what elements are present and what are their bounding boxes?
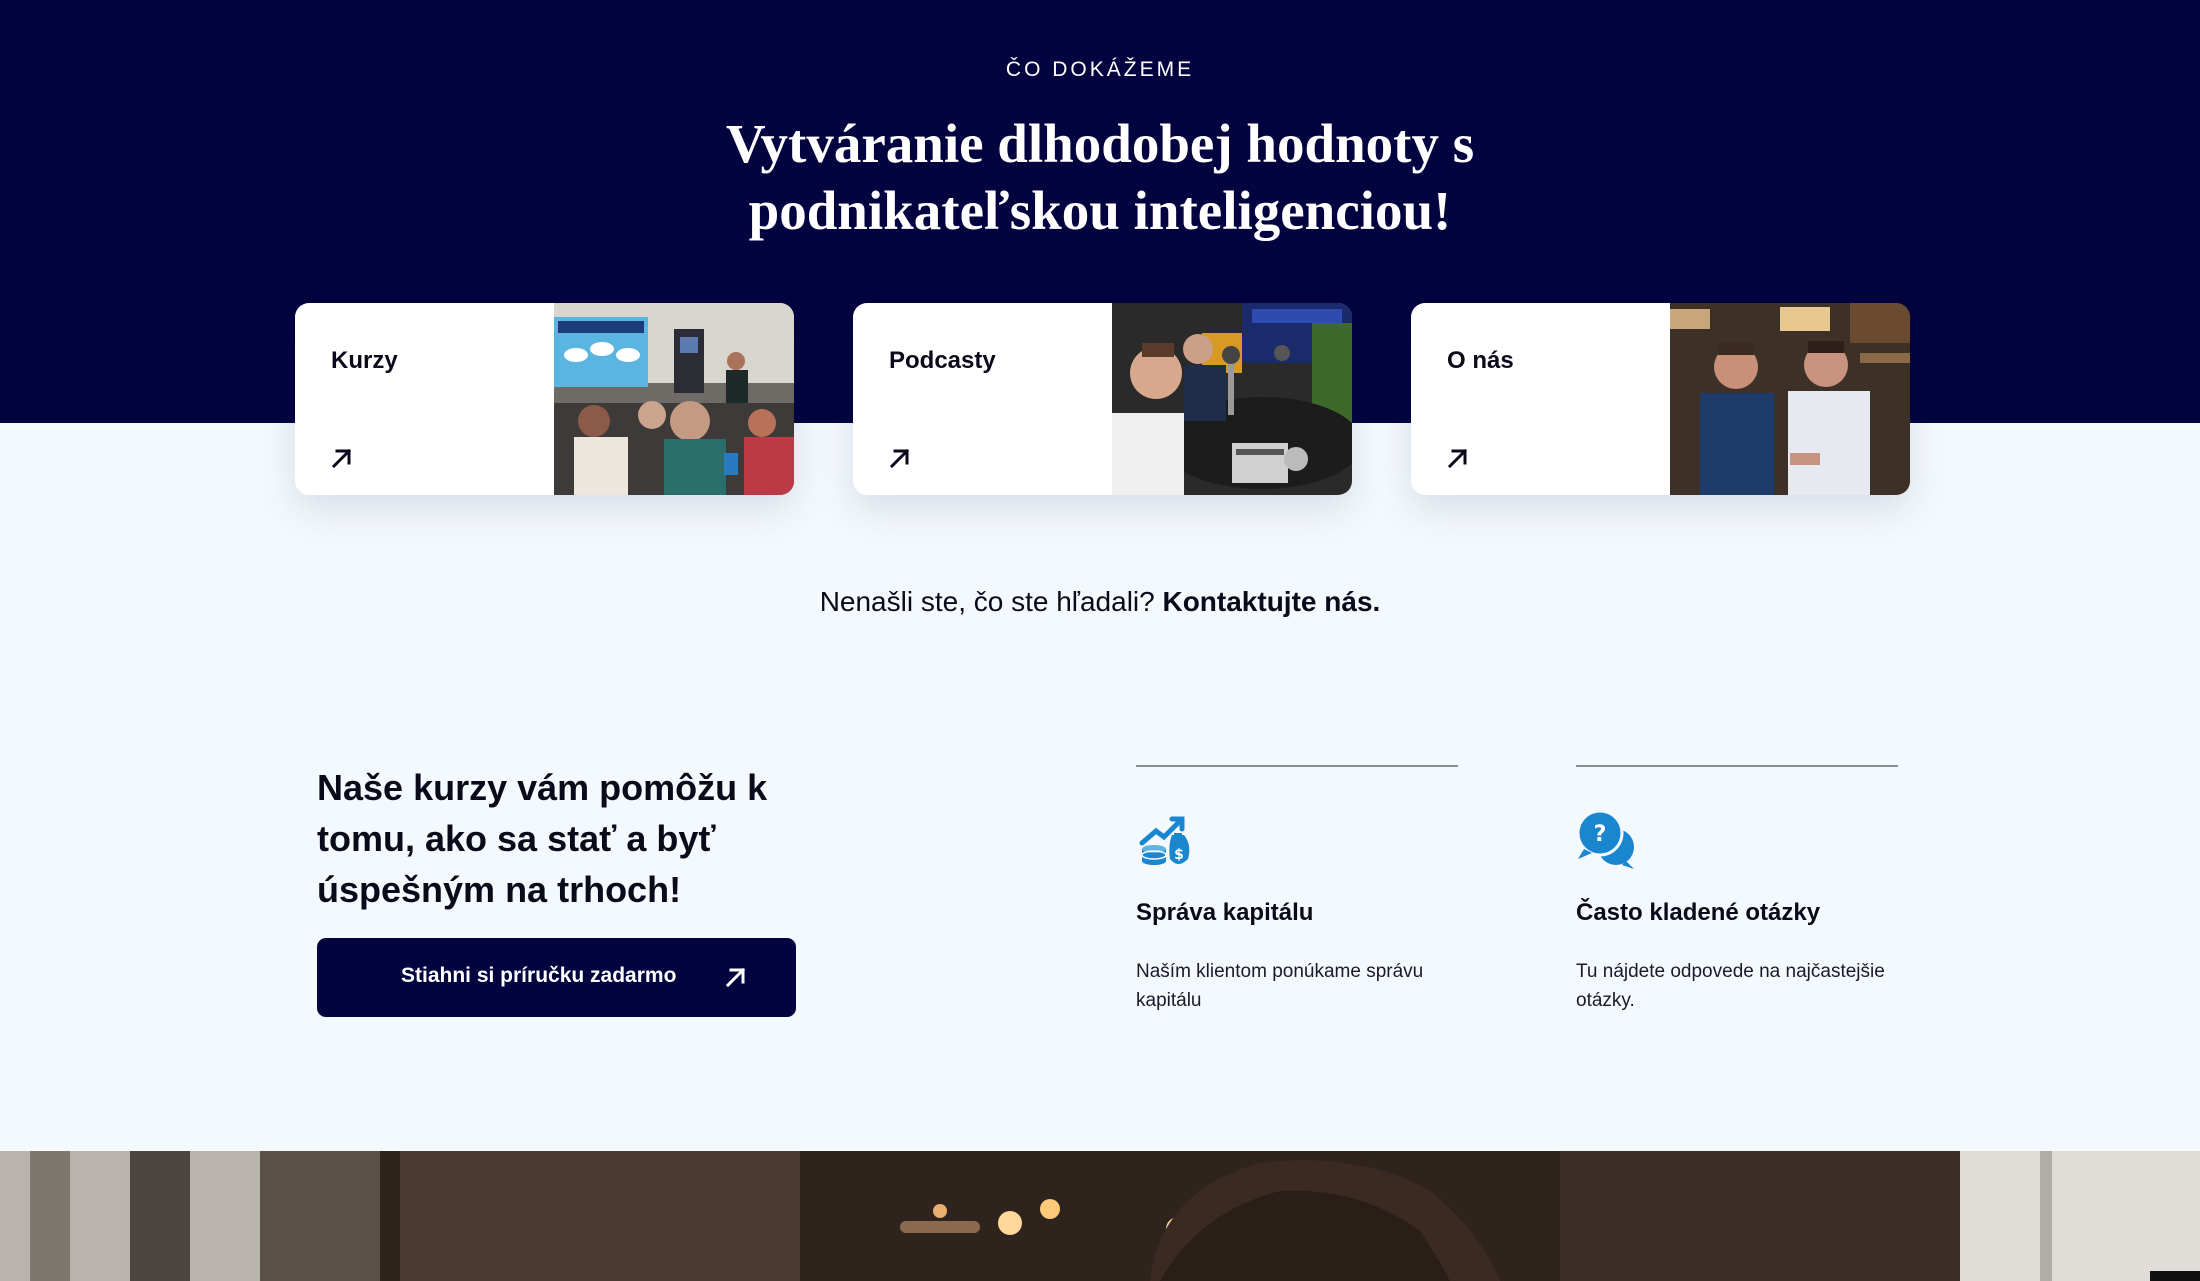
feature-sprava-kapitalu[interactable]: $ Správa kapitálu Naším klientom ponúkam… bbox=[1136, 765, 1458, 1011]
promo-title: Naše kurzy vám pomôžu k tomu, ako sa sta… bbox=[317, 767, 768, 910]
feature-title: Správa kapitálu bbox=[1136, 899, 1314, 926]
contact-text: Nenašli ste, čo ste hľadali? bbox=[819, 586, 1155, 617]
svg-text:?: ? bbox=[1594, 822, 1607, 847]
team-photo bbox=[1670, 303, 1910, 495]
hero-title: Vytváranie dlhodobej hodnoty s podnikate… bbox=[0, 110, 2200, 244]
card-text: Podcasty bbox=[853, 303, 1112, 495]
card-text: O nás bbox=[1411, 303, 1670, 495]
podcast-studio-photo bbox=[1112, 303, 1352, 495]
cta-label: Stiahni si príručku zadarmo bbox=[401, 964, 677, 987]
card-label: Kurzy bbox=[331, 347, 398, 374]
feature-caste-otazky[interactable]: ? Často kladené otázky Tu nájdete odpove… bbox=[1576, 765, 1898, 1011]
hero-title-line-2: podnikateľskou inteligenciou! bbox=[748, 180, 1452, 241]
feature-title: Často kladené otázky bbox=[1576, 899, 1821, 926]
hero-title-line-1: Vytváranie dlhodobej hodnoty s bbox=[725, 113, 1475, 174]
section-eyebrow: ČO DOKÁŽEME bbox=[1005, 58, 1195, 81]
card-text: Kurzy bbox=[295, 303, 554, 495]
card-kurzy[interactable]: Kurzy bbox=[295, 303, 794, 495]
divider bbox=[1576, 765, 1898, 767]
card-label: Podcasty bbox=[889, 347, 996, 374]
card-podcasty[interactable]: Podcasty bbox=[853, 303, 1352, 495]
contact-link[interactable]: Kontaktujte nás. bbox=[1162, 586, 1380, 617]
arrow-up-right-icon bbox=[725, 967, 746, 988]
arrow-up-right-icon bbox=[889, 448, 910, 469]
download-guide-button[interactable]: Stiahni si príručku zadarmo bbox=[317, 938, 796, 1017]
card-o-nas[interactable]: O nás bbox=[1411, 303, 1910, 495]
feature-description: Tu nájdete odpovede na najčastejšie otáz… bbox=[1576, 961, 1885, 1011]
svg-text:$: $ bbox=[1174, 847, 1184, 863]
arrow-up-right-icon bbox=[1447, 448, 1468, 469]
card-label: O nás bbox=[1447, 347, 1514, 374]
feature-description: Naším klientom ponúkame správu kapitálu bbox=[1136, 961, 1424, 1011]
money-growth-icon: $ bbox=[1139, 816, 1190, 865]
contact-prompt: Nenašli ste, čo ste hľadali? Kontaktujte… bbox=[0, 586, 2200, 618]
question-chat-icon: ? bbox=[1576, 809, 1634, 869]
seminar-photo bbox=[554, 303, 794, 495]
divider bbox=[1136, 765, 1458, 767]
hero-person-photo bbox=[0, 1151, 2200, 1281]
arrow-up-right-icon bbox=[331, 448, 352, 469]
